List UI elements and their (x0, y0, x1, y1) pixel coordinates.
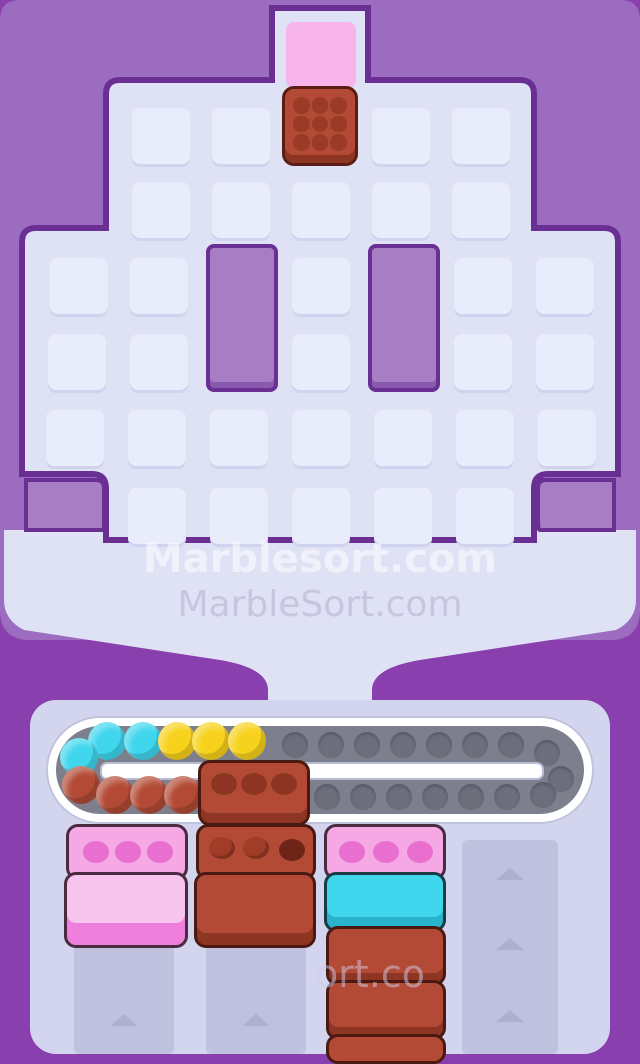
empty-slot (386, 784, 412, 810)
conveyor-divider (100, 762, 544, 780)
box-hole (115, 841, 141, 863)
board-cell[interactable] (130, 334, 188, 390)
empty-slot (498, 732, 524, 758)
box-hole (271, 773, 297, 795)
board-cell[interactable] (212, 108, 270, 164)
box-hole (147, 841, 173, 863)
marble-brown (164, 776, 202, 814)
board-cell[interactable] (128, 410, 186, 466)
watermark-primary: Marblesort.com (142, 536, 498, 582)
board-wall-left (206, 244, 278, 392)
watermark-secondary: MarbleSort.com (177, 584, 463, 625)
lane-arrow-icon (496, 1010, 524, 1022)
board-cell[interactable] (48, 334, 106, 390)
lane-arrow-icon (496, 938, 524, 950)
column-3-brown-box[interactable] (326, 1034, 446, 1064)
board-cell[interactable] (292, 334, 350, 390)
board-cell[interactable] (374, 410, 432, 466)
empty-slot (282, 732, 308, 758)
box-hole-filled (243, 837, 269, 859)
column-1-pink-box[interactable] (64, 872, 188, 948)
lane-arrow-icon (242, 1014, 270, 1026)
box-hole (241, 773, 267, 795)
marble-brown (96, 776, 134, 814)
empty-slot (494, 784, 520, 810)
board-cell[interactable] (46, 410, 104, 466)
board-cell[interactable] (132, 182, 190, 238)
lane-4[interactable] (462, 840, 558, 1054)
empty-slot (530, 782, 556, 808)
empty-slot (426, 732, 452, 758)
box-hole (373, 841, 399, 863)
board-cell[interactable] (452, 182, 510, 238)
empty-slot (462, 732, 488, 758)
board-cell[interactable] (536, 334, 594, 390)
board-cell[interactable] (536, 258, 594, 314)
empty-slot (390, 732, 416, 758)
spawn-brown-box[interactable] (282, 86, 358, 166)
box-hole-filled (209, 837, 235, 859)
empty-slot (314, 784, 340, 810)
board-cell[interactable] (372, 108, 430, 164)
lane-arrow-icon (496, 868, 524, 880)
box-hole-filled (279, 839, 305, 861)
marble-yellow (192, 722, 230, 760)
box-hole (407, 841, 433, 863)
empty-slot (318, 732, 344, 758)
board-cell[interactable] (456, 410, 514, 466)
empty-slot (458, 784, 484, 810)
board-cell[interactable] (292, 410, 350, 466)
board-wall-right (368, 244, 440, 392)
board-cell[interactable] (372, 182, 430, 238)
column-3-cyan-box[interactable] (324, 872, 446, 932)
board-cell[interactable] (454, 334, 512, 390)
box-hole (83, 841, 109, 863)
empty-slot (422, 784, 448, 810)
board-cell[interactable] (212, 182, 270, 238)
marble-brown (62, 766, 100, 804)
board-cell[interactable] (452, 108, 510, 164)
marble-brown (130, 776, 168, 814)
board-cell[interactable] (454, 258, 512, 314)
board-cell[interactable] (132, 108, 190, 164)
board-cell[interactable] (292, 258, 350, 314)
marble-cyan (124, 722, 162, 760)
column-2-brown-box[interactable] (194, 872, 316, 948)
watermark-bottom: ort.co (315, 952, 425, 996)
board-cell[interactable] (292, 182, 350, 238)
spawn-slot (286, 22, 356, 88)
box-hole (211, 773, 237, 795)
board-cell[interactable] (210, 410, 268, 466)
board-cell[interactable] (538, 410, 596, 466)
lane-arrow-icon (110, 1014, 138, 1026)
board-cell[interactable] (130, 258, 188, 314)
marble-yellow (158, 722, 196, 760)
box-hole (339, 841, 365, 863)
empty-slot (350, 784, 376, 810)
moving-brown-box[interactable] (198, 760, 310, 826)
board-cell[interactable] (50, 258, 108, 314)
marble-yellow (228, 722, 266, 760)
empty-slot (354, 732, 380, 758)
lane-1[interactable] (74, 944, 174, 1054)
